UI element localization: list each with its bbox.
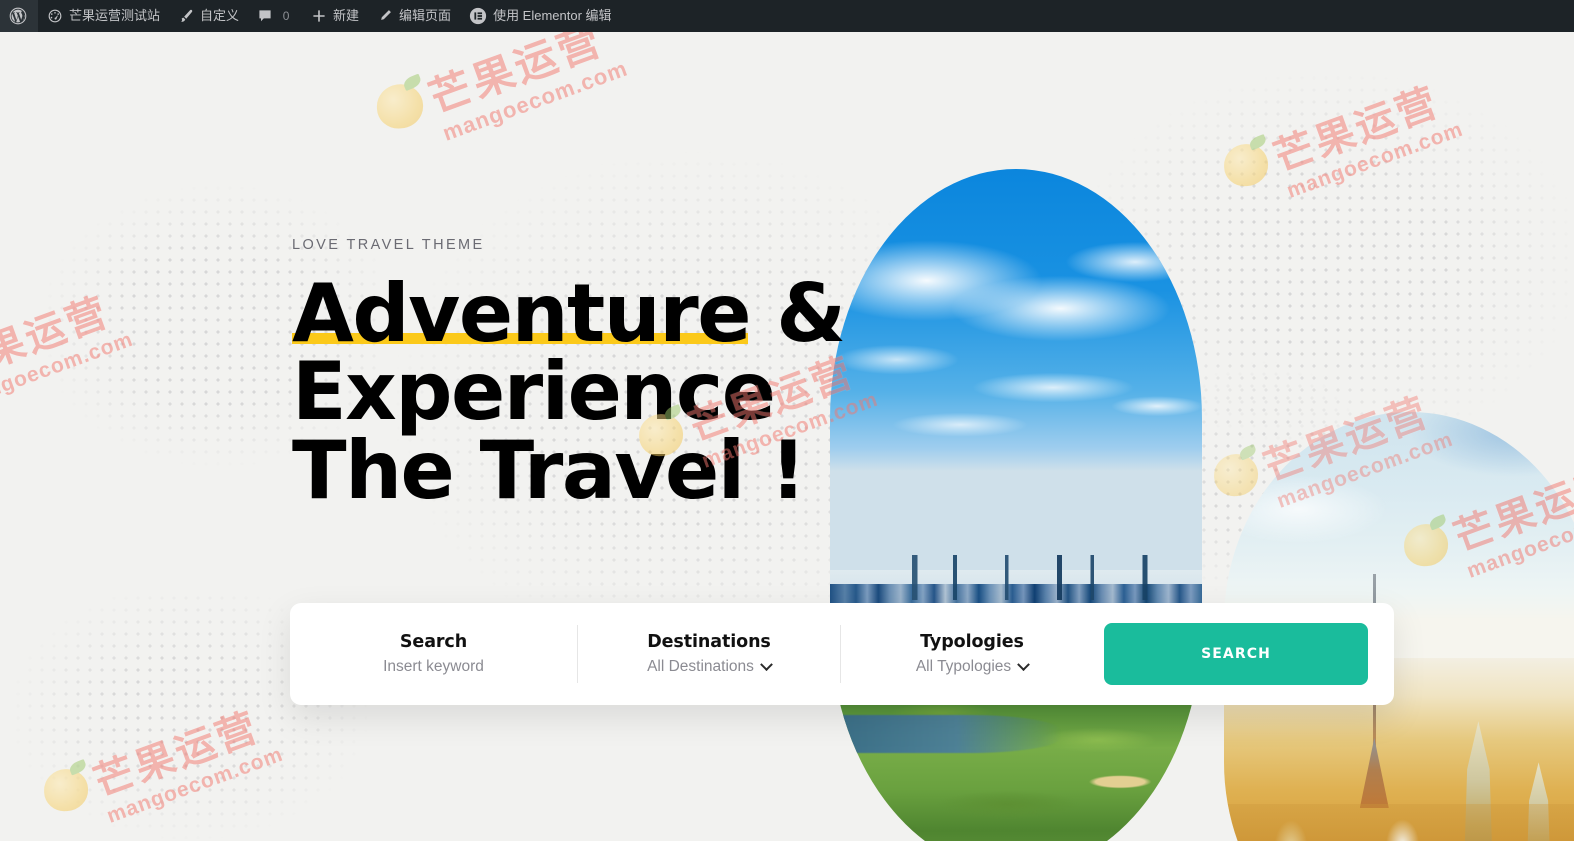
admin-bar-comment-count: 0: [282, 9, 290, 23]
admin-bar-site-name-label: 芒果运营测试站: [69, 8, 161, 23]
chevron-down-icon: [760, 657, 773, 671]
watermark: 芒果运营 mangoecom.com: [43, 702, 287, 828]
headline-highlighted-word: Adventure: [292, 267, 751, 360]
admin-bar-comments[interactable]: 0: [248, 0, 302, 32]
wordpress-icon: [8, 6, 28, 26]
watermark-en-text: mangoecom.com: [439, 56, 632, 146]
paintbrush-icon: [178, 8, 194, 24]
admin-bar-elementor-edit[interactable]: 使用 Elementor 编辑: [460, 0, 620, 32]
admin-bar-wordpress-logo[interactable]: [0, 0, 38, 32]
dashboard-icon: [47, 8, 63, 24]
search-card: Search Insert keyword Destinations All D…: [290, 603, 1394, 705]
admin-bar-customize[interactable]: 自定义: [169, 0, 248, 32]
watermark-en-text: mangoecom.com: [0, 327, 137, 413]
headline-line-2: Experience: [292, 345, 776, 439]
hero-eyebrow: LOVE TRAVEL THEME: [292, 237, 485, 253]
admin-bar-edit-page[interactable]: 编辑页面: [368, 0, 460, 32]
admin-bar-site-name[interactable]: 芒果运营测试站: [38, 0, 169, 32]
pencil-icon: [377, 8, 393, 24]
admin-bar-edit-page-label: 编辑页面: [399, 8, 452, 23]
search-field-label: Search: [399, 632, 468, 652]
headline-line-3: The Travel !: [292, 423, 807, 517]
plus-icon: [311, 8, 327, 24]
search-field-group[interactable]: Search Insert keyword: [290, 603, 577, 705]
typologies-selected-value: All Typologies: [915, 658, 1012, 675]
typologies-field-label: Typologies: [920, 632, 1024, 652]
destinations-select[interactable]: All Destinations: [647, 657, 773, 676]
mango-icon: [43, 768, 89, 812]
mango-icon: [376, 83, 424, 130]
mango-icon: [1223, 143, 1269, 187]
chevron-down-icon: [1017, 657, 1031, 671]
tourists-layer: [1224, 804, 1574, 841]
hero-section: LOVE TRAVEL THEME Adventure & Experience…: [0, 32, 1574, 841]
watermark-cn-text: 芒果运营: [1268, 80, 1446, 181]
watermark-cn-text: 芒果运营: [88, 705, 266, 806]
typologies-select[interactable]: All Typologies: [915, 657, 1031, 676]
typologies-field-group[interactable]: Typologies All Typologies: [841, 603, 1103, 705]
watermark: 芒果运营 mangoecom.com: [0, 287, 137, 413]
search-input[interactable]: Insert keyword: [383, 658, 484, 676]
destinations-selected-value: All Destinations: [647, 658, 754, 675]
elementor-icon: [469, 7, 487, 25]
wordpress-admin-bar: 芒果运营测试站 自定义 0 新建 编辑页面 使用 Elementor 编辑: [0, 0, 1574, 32]
hero-headline: Adventure & Experience The Travel !: [292, 267, 852, 517]
comment-bubble-icon: [257, 8, 273, 24]
admin-bar-customize-label: 自定义: [200, 8, 240, 23]
park-layer: [830, 682, 1202, 841]
search-button[interactable]: SEARCH: [1104, 623, 1368, 685]
search-input-placeholder: Insert keyword: [383, 658, 484, 675]
arch-image-city-skyline: [830, 169, 1202, 841]
admin-bar-elementor-edit-label: 使用 Elementor 编辑: [493, 8, 612, 23]
watermark: 芒果运营 mangoecom.com: [376, 32, 632, 147]
admin-bar-new-content[interactable]: 新建: [302, 0, 368, 32]
hero-copy-block: LOVE TRAVEL THEME Adventure & Experience…: [292, 237, 852, 510]
watermark-en-text: mangoecom.com: [103, 742, 287, 828]
watermark: 芒果运营 mangoecom.com: [1223, 77, 1467, 203]
watermark-en-text: mangoecom.com: [1283, 117, 1467, 203]
watermark-cn-text: 芒果运营: [0, 290, 116, 391]
watermark-cn-text: 芒果运营: [423, 32, 609, 123]
water-layer: [830, 714, 1061, 754]
admin-bar-new-content-label: 新建: [333, 8, 360, 23]
destinations-field-group[interactable]: Destinations All Destinations: [578, 603, 840, 705]
destinations-field-label: Destinations: [647, 632, 771, 652]
headline-line-1: Adventure &: [292, 267, 852, 360]
